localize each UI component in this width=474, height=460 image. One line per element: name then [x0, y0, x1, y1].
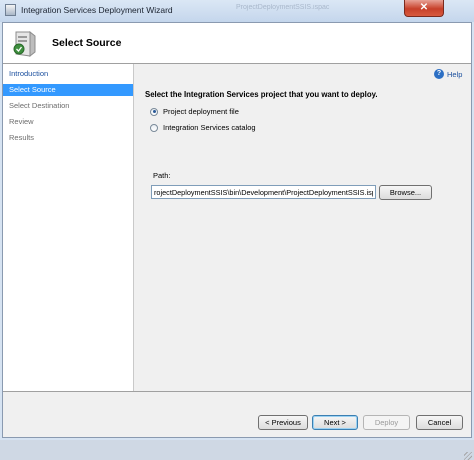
wizard-step-icon: [13, 30, 36, 58]
previous-button[interactable]: < Previous: [258, 415, 308, 430]
path-label: Path:: [153, 171, 171, 180]
radio-project-deployment-file[interactable]: Project deployment file: [150, 107, 239, 116]
help-icon: ?: [434, 69, 444, 79]
title-bar[interactable]: Integration Services Deployment Wizard P…: [0, 0, 474, 22]
radio-label: Integration Services catalog: [163, 123, 256, 133]
browse-button[interactable]: Browse...: [379, 185, 432, 200]
wizard-step-nav: Introduction Select Source Select Destin…: [3, 64, 134, 391]
radio-button[interactable]: [150, 123, 158, 132]
nav-item-select-destination: Select Destination: [9, 101, 70, 110]
resize-grip[interactable]: [464, 452, 472, 460]
path-input[interactable]: [151, 185, 376, 199]
window-title: Integration Services Deployment Wizard: [21, 5, 173, 15]
app-icon: [5, 4, 16, 16]
nav-item-results: Results: [9, 133, 35, 142]
background-tab-hint: ProjectDeploymentSSIS.ispac: [236, 4, 330, 11]
nav-item-introduction[interactable]: Introduction: [3, 68, 133, 80]
wizard-window: Integration Services Deployment Wizard P…: [0, 0, 474, 460]
help-label: Help: [447, 69, 463, 79]
help-link[interactable]: ? Help: [434, 69, 462, 79]
nav-item-select-source[interactable]: Select Source: [3, 84, 133, 96]
close-button[interactable]: ✕: [404, 0, 444, 17]
deploy-button: Deploy: [363, 415, 410, 430]
radio-integration-services-catalog[interactable]: Integration Services catalog: [150, 123, 256, 132]
nav-item-review: Review: [9, 117, 34, 126]
radio-label: Project deployment file: [163, 107, 239, 117]
next-button[interactable]: Next >: [312, 415, 358, 430]
radio-button-selected[interactable]: [150, 107, 158, 116]
cancel-button[interactable]: Cancel: [416, 415, 463, 430]
header-banner: Select Source: [3, 23, 471, 64]
page-title: Select Source: [52, 37, 122, 49]
instruction-text: Select the Integration Services project …: [145, 90, 378, 99]
wizard-client-area: Select Source Introduction Select Source…: [2, 22, 472, 460]
